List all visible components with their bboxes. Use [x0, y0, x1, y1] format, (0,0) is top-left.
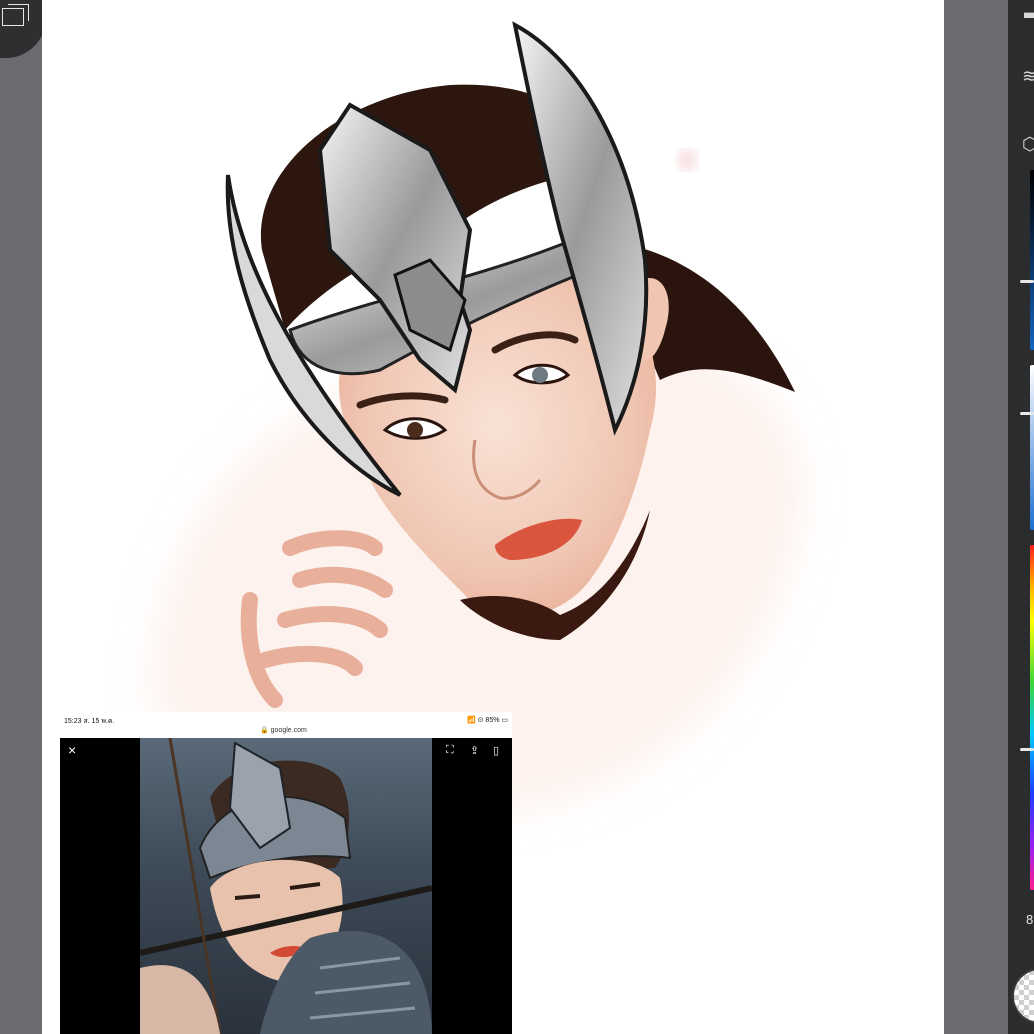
status-battery: 📶 ⊙ 85% ▭: [466, 717, 508, 724]
color-swatch[interactable]: [1012, 968, 1034, 1024]
size-value: 8: [1026, 912, 1034, 927]
color-panel: ▬ ≋ ⬡ 8: [1008, 0, 1034, 1034]
screenshot-icon[interactable]: ⛶: [446, 744, 454, 757]
left-gutter: [0, 0, 42, 1034]
value-slider[interactable]: [1030, 170, 1034, 350]
status-url: 🔒 google.com: [260, 727, 307, 734]
saturation-slider[interactable]: [1030, 365, 1034, 530]
hue-slider[interactable]: [1030, 545, 1034, 890]
saturation-slider-knob[interactable]: [1020, 412, 1034, 415]
paint-spot: [677, 150, 697, 170]
cube-icon[interactable]: ⬡: [1022, 134, 1034, 155]
reference-photo: [140, 738, 432, 1034]
menu-icon[interactable]: ▬: [1024, 2, 1034, 23]
bookmark-icon[interactable]: ▯: [493, 744, 499, 757]
left-iris: [407, 422, 423, 438]
hue-slider-knob[interactable]: [1020, 748, 1034, 751]
layers-icon[interactable]: ≋: [1022, 66, 1034, 87]
reference-status-bar: 15:23 ส. 15 พ.ค. 🔒 google.com 📶 ⊙ 85% ▭: [60, 712, 512, 738]
status-time: 15:23 ส. 15 พ.ค.: [64, 718, 115, 725]
right-gutter: [944, 0, 1008, 1034]
reference-image-viewer: × ⛶ ⇪ ▯: [60, 738, 512, 1034]
value-slider-knob[interactable]: [1020, 280, 1034, 283]
window-toggle-icon-front: [2, 8, 24, 26]
close-icon[interactable]: ×: [68, 742, 76, 758]
right-iris: [532, 367, 548, 383]
share-icon[interactable]: ⇪: [470, 744, 479, 757]
